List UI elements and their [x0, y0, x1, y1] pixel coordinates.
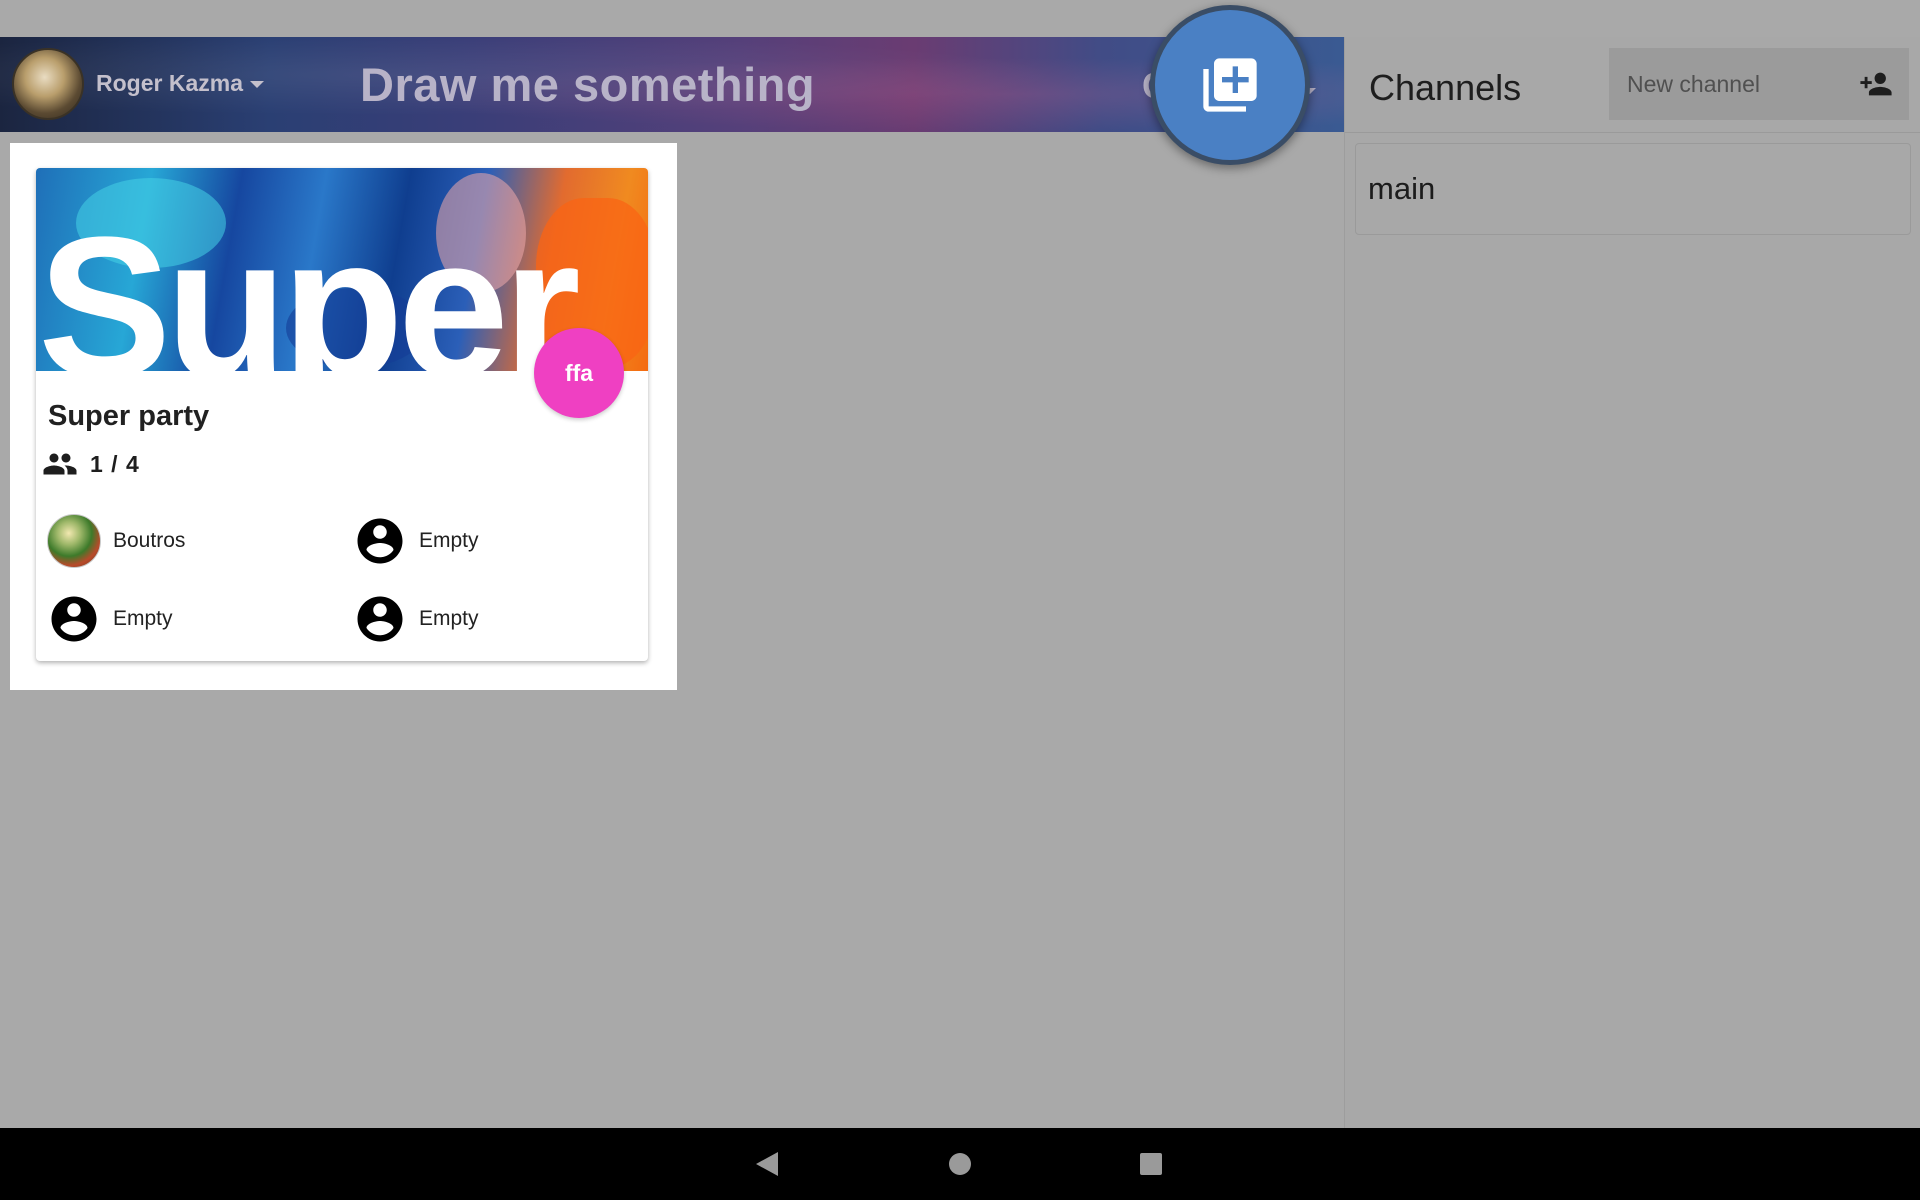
player-slot: Empty	[353, 514, 479, 568]
nav-home-button[interactable]	[938, 1142, 982, 1186]
add-to-library-icon	[1203, 58, 1257, 112]
channel-item-main[interactable]: main	[1355, 143, 1911, 235]
nav-recents-button[interactable]	[1129, 1142, 1173, 1186]
player-name: Empty	[419, 607, 479, 630]
banner-text: Super	[38, 196, 581, 372]
account-circle-icon	[51, 596, 97, 642]
player-name: Empty	[113, 607, 173, 630]
back-triangle-icon	[756, 1152, 778, 1176]
game-mode-badge: ffa	[534, 328, 624, 418]
recents-square-icon	[1140, 1153, 1162, 1175]
group-add-icon[interactable]	[1859, 67, 1893, 101]
nav-back-button[interactable]	[745, 1142, 789, 1186]
player-slot: Empty	[47, 592, 173, 646]
channels-title: Channels	[1369, 67, 1522, 108]
channels-panel: Channels main	[1344, 37, 1920, 1128]
player-count: 1 / 4	[90, 450, 140, 477]
account-circle-icon	[357, 518, 403, 564]
app-title: Draw me something	[360, 58, 816, 111]
user-menu-caret-icon[interactable]	[250, 81, 264, 88]
games-list: Super ffa Super party 1 / 4 Boutros Empt…	[10, 143, 677, 690]
user-avatar[interactable]	[12, 48, 84, 120]
status-bar	[0, 0, 1920, 37]
game-card[interactable]: Super ffa Super party 1 / 4 Boutros Empt…	[36, 168, 648, 661]
new-channel-field[interactable]	[1609, 48, 1909, 120]
create-game-button[interactable]	[1150, 5, 1310, 165]
channel-item-label: main	[1368, 171, 1436, 206]
player-avatar	[47, 514, 101, 568]
app-header: Roger Kazma Draw me something C	[0, 37, 1344, 132]
player-slot: Empty	[353, 592, 479, 646]
new-channel-input[interactable]	[1627, 70, 1827, 98]
user-name[interactable]: Roger Kazma	[96, 70, 243, 97]
home-circle-icon	[949, 1153, 971, 1175]
player-slot: Boutros	[47, 514, 185, 568]
player-name: Empty	[419, 529, 479, 552]
system-nav-bar	[0, 1128, 1920, 1200]
player-name: Boutros	[113, 529, 186, 552]
account-circle-icon	[357, 596, 403, 642]
channels-header: Channels	[1345, 37, 1920, 133]
people-icon	[43, 453, 77, 475]
game-title: Super party	[48, 400, 210, 432]
player-count-row: 1 / 4	[42, 446, 140, 482]
